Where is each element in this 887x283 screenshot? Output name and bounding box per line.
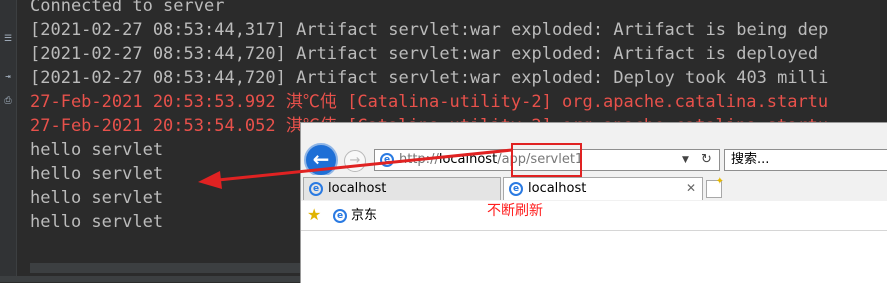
arrow-shaft [217, 148, 513, 182]
arrow-head [198, 171, 222, 189]
annotation-arrow [198, 148, 513, 189]
